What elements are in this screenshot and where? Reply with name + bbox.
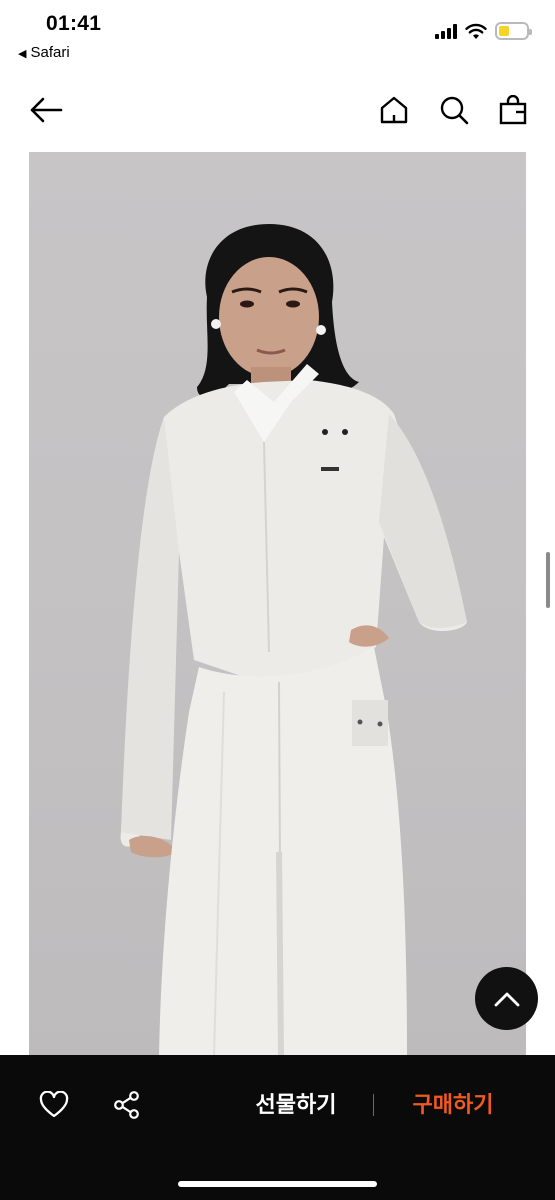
like-button[interactable] [34, 1085, 74, 1125]
product-image[interactable] [29, 152, 526, 1055]
status-indicators [435, 22, 532, 40]
arrow-left-icon [30, 97, 63, 123]
cellular-signal-icon [435, 23, 457, 39]
home-indicator[interactable] [178, 1181, 377, 1187]
search-button[interactable] [434, 90, 474, 130]
shopping-bag-icon [499, 95, 527, 125]
model-figure [120, 224, 467, 1055]
heart-icon [39, 1091, 69, 1118]
search-icon [440, 96, 469, 125]
chevron-up-icon [494, 992, 519, 1006]
status-time: 01:41 [46, 12, 102, 35]
back-triangle-icon: ◀ [18, 48, 27, 60]
cart-button[interactable] [493, 90, 533, 130]
screen: 01:41 ◀ Safari 선물하기 구매하기 [0, 0, 555, 1200]
home-button[interactable] [374, 90, 414, 130]
gift-button[interactable]: 선물하기 [236, 1088, 356, 1124]
back-button[interactable] [26, 90, 66, 130]
action-divider [373, 1094, 374, 1116]
home-icon [380, 96, 408, 124]
back-to-safari[interactable]: ◀ Safari [18, 44, 70, 61]
battery-icon [495, 22, 532, 40]
share-button[interactable] [107, 1085, 147, 1125]
page-scroll-indicator[interactable] [546, 552, 550, 608]
back-app-label: Safari [30, 44, 70, 61]
wifi-icon [465, 23, 487, 39]
buy-button[interactable]: 구매하기 [393, 1088, 513, 1124]
bottom-action-bar: 선물하기 구매하기 [0, 1055, 555, 1200]
scroll-to-top-button[interactable] [475, 967, 538, 1030]
share-icon [114, 1091, 139, 1119]
